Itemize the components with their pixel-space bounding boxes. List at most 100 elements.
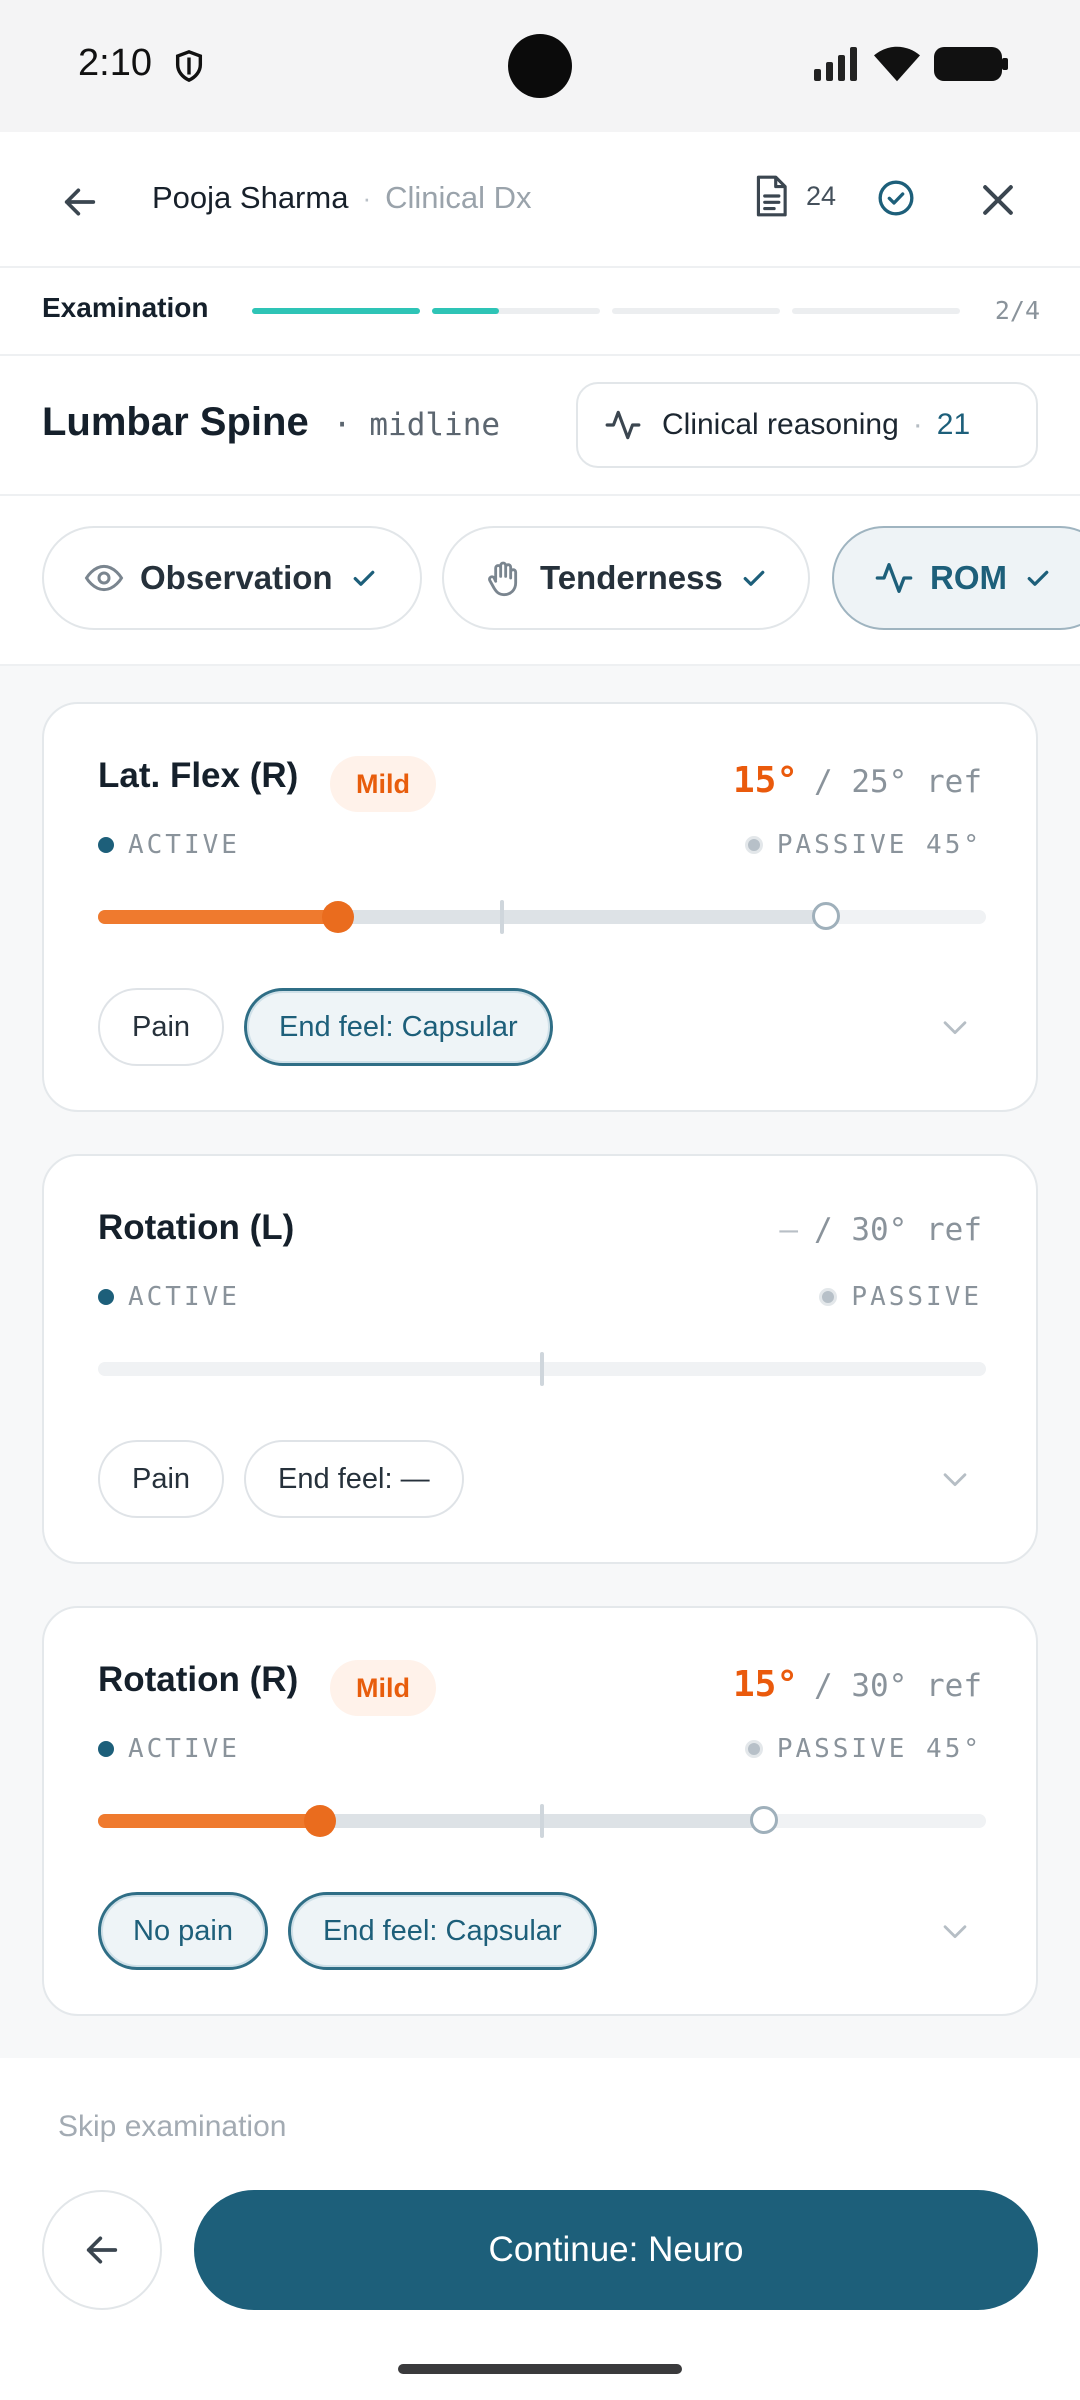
pain-chip[interactable]: Pain [98, 988, 225, 1066]
region-sub-label: midline [369, 407, 501, 443]
chevron-down-icon[interactable] [938, 1462, 972, 1501]
tab-rom[interactable]: ROM [832, 526, 1080, 630]
severity-badge: Mild [330, 756, 436, 812]
arrow-left-icon [64, 188, 96, 216]
header-separator: · [362, 182, 372, 213]
region-sub: · midline [332, 407, 501, 443]
continue-button[interactable]: Continue: Neuro [194, 2190, 1038, 2310]
check-icon [1027, 570, 1049, 586]
reference-value: / 25° ref [814, 764, 982, 800]
rom-slider[interactable] [98, 900, 986, 934]
battery-icon [934, 47, 1008, 86]
bottom-actions: Skip examination Continue: Neuro [0, 2058, 1080, 2400]
documents-button[interactable]: 24 [752, 174, 836, 218]
clinical-reasoning-button[interactable]: Clinical reasoning · 21 [576, 382, 1038, 468]
check-icon [743, 570, 765, 586]
rom-card[interactable]: Lat. Flex (R) Mild 15° / 25° ref ACTIVE … [42, 702, 1038, 1112]
passive-handle[interactable] [750, 1806, 778, 1834]
active-legend: ACTIVE [98, 830, 240, 860]
passive-legend: PASSIVE 45° [744, 830, 982, 860]
chip-group: No pain End feel: Capsular [98, 1892, 597, 1970]
rom-slider[interactable] [98, 1352, 986, 1386]
active-handle[interactable] [304, 1805, 336, 1837]
tab-label: Tenderness [540, 559, 723, 596]
signal-icon [814, 47, 860, 86]
app-header: Pooja Sharma · Clinical Dx 24 [0, 132, 1080, 268]
pain-chip[interactable]: No pain [98, 1892, 268, 1970]
region-header: Lumbar Spine · midline Clinical reasoning… [0, 356, 1080, 496]
active-legend: ACTIVE [98, 1282, 240, 1312]
active-value: 15° [732, 1664, 799, 1705]
check-circle-icon[interactable] [876, 178, 916, 223]
header-title: Pooja Sharma · Clinical Dx [152, 180, 532, 216]
skip-examination-link[interactable]: Skip examination [58, 2110, 286, 2144]
hand-icon [488, 561, 518, 597]
movement-title: Lat. Flex (R) [98, 756, 299, 795]
progress-step [432, 308, 600, 314]
reasoning-label: Clinical reasoning [662, 408, 899, 441]
wifi-icon [874, 46, 920, 87]
active-range [98, 910, 338, 924]
severity-badge: Mild [330, 1660, 436, 1716]
activity-icon [605, 410, 641, 440]
arrow-left-icon [86, 2236, 118, 2264]
reasoning-count: 21 [936, 408, 971, 441]
patient-name: Pooja Sharma [152, 180, 349, 215]
rom-value: 15° / 25° ref [733, 760, 982, 801]
chevron-down-icon[interactable] [938, 1010, 972, 1049]
pain-chip[interactable]: Pain [98, 1440, 225, 1518]
active-range [98, 1814, 320, 1828]
reference-tick [500, 900, 505, 934]
document-count: 24 [806, 180, 837, 211]
progress-label: Examination [42, 292, 209, 323]
rom-card[interactable]: Rotation (L) — / 30° ref ACTIVE PASSIVE … [42, 1154, 1038, 1564]
rom-slider[interactable] [98, 1804, 986, 1838]
front-camera [508, 34, 572, 98]
previous-step-button[interactable] [42, 2190, 162, 2310]
eye-icon [84, 564, 124, 592]
end-feel-chip[interactable]: End feel: — [244, 1440, 464, 1518]
reference-tick [540, 1352, 544, 1386]
status-bar: 2:10 [0, 0, 1080, 132]
chip-group: Pain End feel: Capsular [98, 988, 553, 1066]
status-indicators [814, 46, 1008, 87]
active-legend: ACTIVE [98, 1734, 240, 1764]
active-value: — [779, 1212, 799, 1248]
back-button[interactable] [52, 174, 108, 230]
movement-title: Rotation (L) [98, 1208, 295, 1247]
reference-tick [540, 1804, 544, 1838]
passive-legend: PASSIVE [819, 1282, 982, 1312]
status-time: 2:10 [78, 42, 152, 84]
chevron-down-icon[interactable] [938, 1914, 972, 1953]
active-handle[interactable] [321, 901, 354, 933]
region-name: Lumbar Spine [42, 400, 309, 444]
exam-tabs: Observation Tenderness ROM [0, 496, 1080, 666]
progress-step [792, 308, 960, 314]
passive-handle[interactable] [812, 902, 841, 930]
tab-observation[interactable]: Observation [42, 526, 422, 630]
rom-value: 15° / 30° ref [733, 1664, 982, 1705]
end-feel-chip[interactable]: End feel: Capsular [287, 1892, 597, 1970]
document-icon [756, 175, 787, 217]
header-subtitle: Clinical Dx [385, 180, 532, 215]
close-icon [983, 185, 1013, 215]
progress-count: 2/4 [994, 296, 1040, 325]
tab-tenderness[interactable]: Tenderness [442, 526, 810, 630]
reference-value: / 30° ref [814, 1668, 982, 1704]
reference-value: / 30° ref [814, 1212, 982, 1248]
active-value: 15° [732, 760, 799, 801]
close-button[interactable] [976, 178, 1020, 227]
end-feel-chip[interactable]: End feel: Capsular [244, 988, 553, 1066]
rom-card[interactable]: Rotation (R) Mild 15° / 30° ref ACTIVE P… [42, 1606, 1038, 2016]
passive-legend: PASSIVE 45° [744, 1734, 982, 1764]
region-title: Lumbar Spine · midline [42, 400, 500, 445]
tab-label: ROM [930, 559, 1007, 596]
shield-icon [172, 48, 206, 89]
check-icon [353, 570, 374, 586]
chip-group: Pain End feel: — [98, 1440, 464, 1518]
exam-progress: Examination 2/4 [0, 268, 1080, 356]
progress-step [612, 308, 780, 314]
home-indicator [398, 2364, 682, 2374]
rom-value: — / 30° ref [779, 1212, 982, 1248]
progress-step [252, 308, 420, 314]
